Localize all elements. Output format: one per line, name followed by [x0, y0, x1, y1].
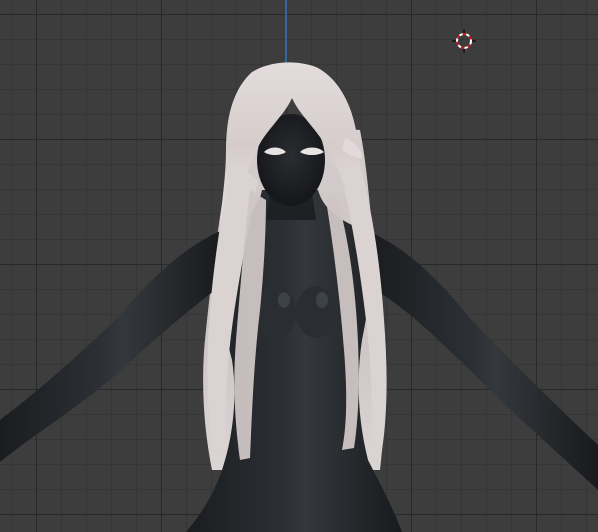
3d-viewport[interactable] — [0, 0, 598, 532]
3d-cursor-icon[interactable] — [452, 29, 476, 53]
right-arm — [370, 232, 598, 490]
chest-left — [256, 286, 296, 338]
chest-right — [296, 286, 336, 338]
character-model[interactable] — [0, 0, 598, 532]
left-arm — [0, 232, 222, 462]
